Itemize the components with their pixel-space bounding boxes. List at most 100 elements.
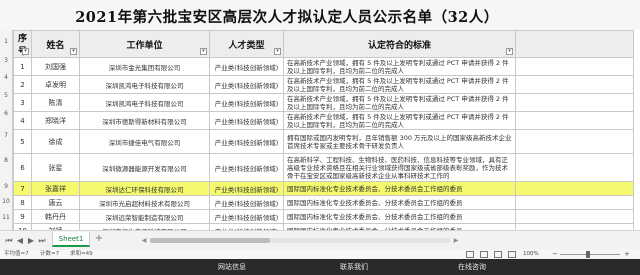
zoom-slider[interactable] [560,254,620,255]
table-row-selected[interactable]: 7 张嘉祥 深圳达仁环保科技有限公司 产业类(科技创新领域) 国际国内标准化专业… [13,181,634,196]
prev-sheet-icon[interactable]: ◀ [15,235,25,246]
cell-name[interactable]: 张嘉祥 [31,181,80,196]
table-row[interactable]: 4 郑晓洋 深圳市德斯得新材料有限公司 产业类(科技创新领域) 在高新技术产业领… [13,111,634,130]
first-sheet-icon[interactable]: ⏮ [4,235,14,246]
cell-unit[interactable]: 深圳微源器能源开发有限公司 [79,153,210,182]
last-sheet-icon[interactable]: ⏭ [37,235,47,246]
cell-name[interactable]: 刘国强 [31,57,80,76]
cell-req[interactable]: 拥有国际或国内发明专利，且年销售额 300 万元及以上的国家级高新技术企业首席技… [283,129,516,154]
cell-type[interactable]: 产业类(科技创新领域) [209,75,284,94]
cell-unit[interactable]: 深圳远荣智能制造有限公司 [79,209,210,224]
table-row[interactable]: 3 陈清 深圳凯鸿电子科技有限公司 产业类(科技创新领域) 在高新技术产业领域，… [13,93,634,112]
col-header-name[interactable]: 姓名 ▾ [31,30,80,58]
cell-req[interactable]: 国际国内标准化专业技术委员会、分技术委员会工作组的委员 [283,195,516,210]
footer-link-site-info[interactable]: 网站信息 [218,259,246,275]
cell-type[interactable]: 产业类(科技创新领域) [209,111,284,130]
cell-name[interactable]: 韩丹丹 [31,209,80,224]
footer-link-contact[interactable]: 联系我们 [340,259,368,275]
table-row[interactable]: 6 张星 深圳微源器能源开发有限公司 产业类(科技创新领域) 在高新科学、工程科… [13,153,634,182]
row-header[interactable]: 6 [0,110,12,117]
cell-req[interactable]: 在高新技术产业领域，拥有 5 件及以上发明专利或通过 PCT 申请并获得 2 件… [283,111,516,130]
cell-empty[interactable] [515,181,634,196]
cell-unit[interactable]: 深圳凯鸿电子科技有限公司 [79,93,210,112]
row-header[interactable]: 9 [0,183,12,190]
row-header[interactable]: 10 [0,198,12,205]
row-header[interactable]: 7 [0,132,12,139]
cell-unit[interactable]: 深圳市德斯得新材料有限公司 [79,111,210,130]
cell-type[interactable]: 产业类(科技创新领域) [209,57,284,76]
cell-empty[interactable] [515,129,634,154]
filter-dropdown-icon[interactable]: ▾ [274,48,281,55]
cell-empty[interactable] [515,75,634,94]
cell-name[interactable]: 张星 [31,153,80,182]
scrollbar-thumb[interactable] [150,238,270,243]
row-header[interactable]: 8 [0,157,12,164]
col-header-unit[interactable]: 工作单位 ▾ [79,30,210,58]
table-row[interactable]: 8 唐云 深圳市光启超材料技术有限公司 产业类(科技创新领域) 国际国内标准化专… [13,195,634,210]
table-row[interactable]: 5 徐成 深圳市捷佳电气有限公司 产业类(科技创新领域) 拥有国际或国内发明专利… [13,129,634,154]
row-header[interactable]: 4 [0,74,12,81]
col-header-type[interactable]: 人才类型 ▾ [209,30,284,58]
cell-empty[interactable] [515,93,634,112]
spreadsheet-grid[interactable]: 序号▾ 姓名 ▾ 工作单位 ▾ 人才类型 ▾ 认定符合的标准 ▾ 1 刘国强 深圳市金光… [13,30,640,238]
cell-num[interactable]: 5 [13,129,32,154]
cell-empty[interactable] [515,57,634,76]
cell-type[interactable]: 产业类(科技创新领域) [209,153,284,182]
zoom-level[interactable]: 100% [523,250,539,259]
col-header-num[interactable]: 序号▾ [13,30,32,58]
cell-name[interactable]: 陈清 [31,93,80,112]
table-row[interactable]: 9 韩丹丹 深圳远荣智能制造有限公司 产业类(科技创新领域) 国际国内标准化专业… [13,209,634,224]
col-header-req[interactable]: 认定符合的标准 ▾ [283,30,516,58]
cell-unit[interactable]: 深圳市捷佳电气有限公司 [79,129,210,154]
cell-num[interactable]: 6 [13,153,32,182]
cell-num[interactable]: 2 [13,75,32,94]
cell-empty[interactable] [515,195,634,210]
row-header[interactable]: 3 [0,57,12,64]
cell-num[interactable]: 4 [13,111,32,130]
zoom-slider-handle[interactable] [586,251,590,258]
cell-unit[interactable]: 深圳凯鸿电子科技有限公司 [79,75,210,94]
row-header[interactable]: 5 [0,92,12,99]
horizontal-scrollbar[interactable] [150,238,450,243]
cell-name[interactable]: 郑晓洋 [31,111,80,130]
cell-name[interactable]: 卓发明 [31,75,80,94]
cell-type[interactable]: 产业类(科技创新领域) [209,181,284,196]
cell-req[interactable]: 在高新技术产业领域，拥有 5 件及以上发明专利或通过 PCT 申请并获得 2 件… [283,75,516,94]
page-layout-icon[interactable] [480,251,488,258]
cell-num[interactable]: 3 [13,93,32,112]
cell-req[interactable]: 在高新技术产业领域，拥有 5 件及以上发明专利或通过 PCT 申请并获得 2 件… [283,93,516,112]
cell-type[interactable]: 产业类(科技创新领域) [209,93,284,112]
table-row[interactable]: 2 卓发明 深圳凯鸿电子科技有限公司 产业类(科技创新领域) 在高新技术产业领域… [13,75,634,94]
cell-req[interactable]: 在高新科学、工程科技、生物科技、医药科技、信息科技等专业领域，具有正高级专业技术… [283,153,516,182]
reading-mode-icon[interactable] [508,251,516,258]
filter-dropdown-icon[interactable]: ▾ [506,48,513,55]
add-sheet-button[interactable]: + [93,233,105,246]
cell-type[interactable]: 产业类(科技创新领域) [209,129,284,154]
cell-type[interactable]: 产业类(科技创新领域) [209,195,284,210]
scroll-right-icon[interactable]: ▶ [452,235,460,246]
normal-view-icon[interactable] [466,251,474,258]
cell-unit[interactable]: 深圳达仁环保科技有限公司 [79,181,210,196]
table-row[interactable]: 1 刘国强 深圳市金光集团有限公司 产业类(科技创新领域) 在高新技术产业领域，… [13,57,634,76]
filter-dropdown-icon[interactable]: ▾ [22,48,29,55]
cell-num[interactable]: 1 [13,57,32,76]
next-sheet-icon[interactable]: ▶ [26,235,36,246]
filter-dropdown-icon[interactable]: ▾ [70,48,77,55]
cell-req[interactable]: 国际国内标准化专业技术委员会、分技术委员会工作组的委员 [283,181,516,196]
cell-name[interactable]: 徐成 [31,129,80,154]
cell-unit[interactable]: 深圳市光启超材料技术有限公司 [79,195,210,210]
cell-req[interactable]: 在高新技术产业领域，拥有 5 件及以上发明专利或通过 PCT 申请并获得 2 件… [283,57,516,76]
cell-empty[interactable] [515,111,634,130]
zoom-in-button[interactable]: + [624,250,630,259]
zoom-out-button[interactable]: − [552,250,558,259]
row-header[interactable]: 11 [0,214,12,221]
filter-dropdown-icon[interactable]: ▾ [200,48,207,55]
cell-empty[interactable] [515,153,634,182]
row-header[interactable]: 1 [0,38,12,45]
cell-num[interactable]: 9 [13,209,32,224]
cell-num[interactable]: 7 [13,181,32,196]
page-break-icon[interactable] [494,251,502,258]
scroll-left-icon[interactable]: ◀ [140,235,148,246]
cell-num[interactable]: 8 [13,195,32,210]
cell-unit[interactable]: 深圳市金光集团有限公司 [79,57,210,76]
